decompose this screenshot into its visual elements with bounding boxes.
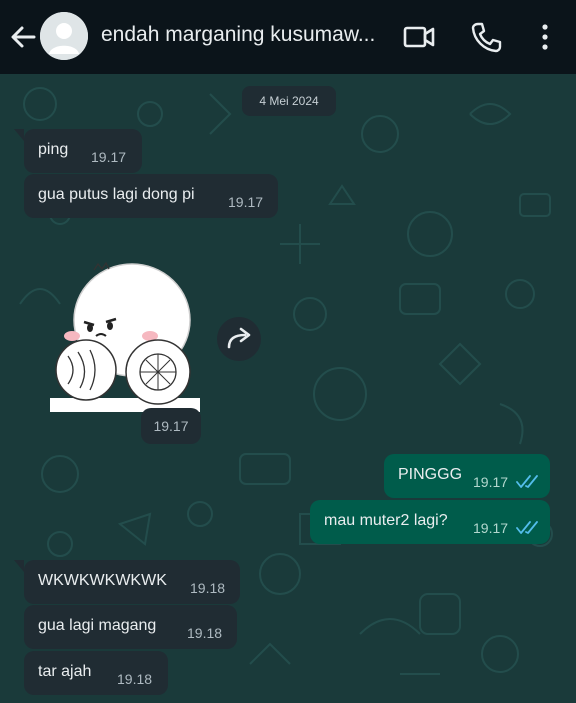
- date-divider: 4 Mei 2024: [242, 86, 336, 116]
- message-bubble-incoming[interactable]: ping 19.17: [24, 129, 142, 173]
- message-time: 19.18: [117, 671, 153, 687]
- message-text: ping: [38, 141, 69, 158]
- message-bubble-incoming[interactable]: tar ajah 19.18: [24, 651, 168, 695]
- double-check-icon: [516, 521, 538, 534]
- bubble-tail: [14, 560, 24, 572]
- message-bubble-incoming[interactable]: gua lagi magang 19.18: [24, 605, 237, 649]
- message-time: 19.17: [91, 149, 127, 165]
- contact-name[interactable]: endah marganing kusumaw...: [101, 23, 391, 47]
- message-text: tar ajah: [38, 663, 92, 680]
- message-text: WKWKWKWKWK: [38, 572, 167, 589]
- default-avatar-icon: [40, 12, 88, 60]
- sticker-time: 19.17: [141, 408, 201, 444]
- message-time: 19.18: [187, 625, 223, 641]
- more-vertical-icon[interactable]: [528, 20, 562, 54]
- message-bubble-outgoing[interactable]: PINGGG 19.17: [384, 454, 550, 498]
- avatar[interactable]: [40, 12, 88, 60]
- phone-icon[interactable]: [469, 20, 503, 54]
- message-text: mau muter2 lagi?: [324, 512, 448, 529]
- message-text: gua putus lagi dong pi: [38, 186, 195, 203]
- message-time: 19.17: [473, 520, 509, 536]
- message-bubble-incoming[interactable]: WKWKWKWKWK 19.18: [24, 560, 240, 604]
- sticker-image[interactable]: [50, 260, 200, 412]
- message-time: 19.17: [473, 474, 509, 490]
- chat-area[interactable]: 4 Mei 2024 ping 19.17 gua putus lagi don…: [0, 74, 576, 703]
- message-time: 19.18: [190, 580, 226, 596]
- message-text: gua lagi magang: [38, 617, 157, 634]
- message-time: 19.17: [228, 194, 264, 210]
- video-camera-icon[interactable]: [402, 20, 436, 54]
- message-bubble-outgoing[interactable]: mau muter2 lagi? 19.17: [310, 500, 550, 544]
- bubble-tail: [14, 129, 24, 141]
- double-check-icon: [516, 475, 538, 488]
- arrow-left-icon[interactable]: [8, 22, 38, 52]
- message-text: PINGGG: [398, 466, 463, 483]
- message-bubble-incoming[interactable]: gua putus lagi dong pi 19.17: [24, 174, 278, 218]
- forward-icon: [227, 327, 251, 349]
- chat-header: endah marganing kusumaw...: [0, 0, 576, 74]
- forward-button[interactable]: [217, 317, 261, 361]
